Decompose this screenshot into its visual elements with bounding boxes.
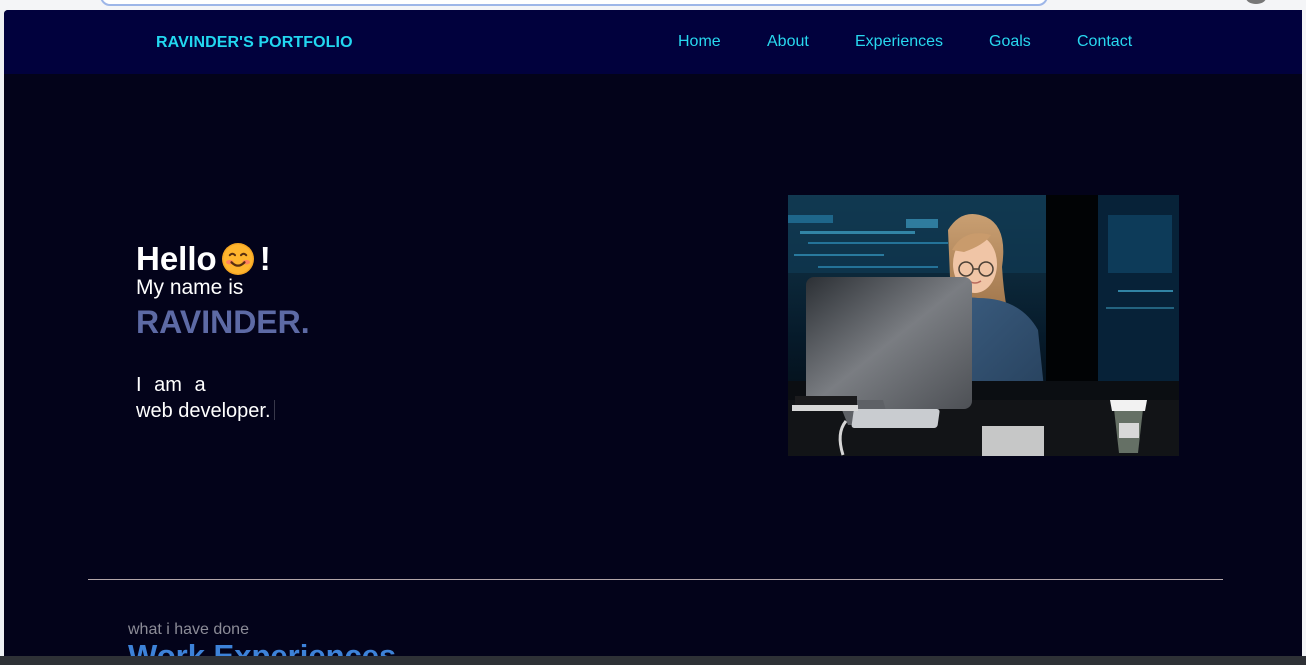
iam-text: I am a bbox=[136, 374, 206, 396]
typing-cursor bbox=[273, 400, 275, 420]
nav-home-link[interactable]: Home bbox=[678, 33, 721, 51]
address-bar[interactable] bbox=[100, 0, 1048, 6]
nav-about-link[interactable]: About bbox=[767, 33, 809, 51]
nav-experiences-link[interactable]: Experiences bbox=[855, 33, 943, 51]
nav-contact-link[interactable]: Contact bbox=[1077, 33, 1132, 51]
navbar: RAVINDER'S PORTFOLIO Home About Experien… bbox=[4, 10, 1306, 74]
browser-toolbar bbox=[0, 0, 1306, 10]
greeting-exclamation: ! bbox=[259, 240, 271, 277]
hero-name: RAVINDER. bbox=[136, 304, 310, 340]
greeting-text: Hello bbox=[136, 240, 217, 277]
nav-goals-link[interactable]: Goals bbox=[989, 33, 1031, 51]
hero-intro: Hello ! My name is RAVINDER. I am a web … bbox=[136, 238, 310, 424]
brand-logo-text[interactable]: RAVINDER'S PORTFOLIO bbox=[156, 34, 353, 52]
experiences-subtitle: what i have done bbox=[128, 621, 249, 638]
name-intro-text: My name is bbox=[136, 276, 244, 299]
section-divider bbox=[88, 579, 1223, 580]
hero-greeting: Hello ! bbox=[136, 238, 310, 280]
bottom-taskbar-strip bbox=[0, 656, 1306, 665]
experiences-title: Work Experiences bbox=[128, 638, 397, 656]
role-text: web developer. bbox=[136, 400, 271, 422]
page-right-gutter bbox=[1302, 10, 1306, 656]
portfolio-page: RAVINDER'S PORTFOLIO Home About Experien… bbox=[4, 10, 1306, 656]
hero-developer-photo bbox=[788, 195, 1179, 456]
role-line: web developer. bbox=[136, 398, 310, 424]
profile-icon[interactable] bbox=[1246, 0, 1266, 4]
smiling-face-icon bbox=[221, 242, 255, 276]
